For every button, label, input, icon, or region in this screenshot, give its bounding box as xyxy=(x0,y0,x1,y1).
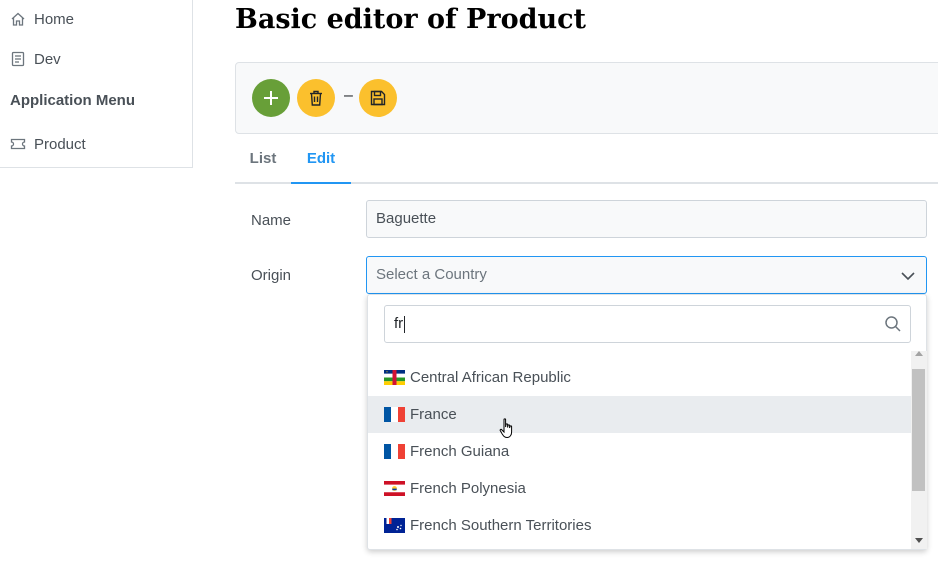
fr-flag-icon xyxy=(384,407,405,422)
text-caret xyxy=(404,315,406,333)
pf-flag-icon xyxy=(384,481,405,496)
option-label: French Guiana xyxy=(410,443,510,460)
option-label: Central African Republic xyxy=(410,369,571,386)
tf-flag-icon xyxy=(384,518,405,533)
option-french-southern-territories[interactable]: French Southern Territories xyxy=(368,507,911,544)
option-label: France xyxy=(410,406,457,423)
sidebar-item-product[interactable]: Product xyxy=(10,133,86,155)
save-icon xyxy=(370,90,386,106)
option-french-polynesia[interactable]: French Polynesia xyxy=(368,470,911,507)
origin-label: Origin xyxy=(251,267,292,284)
gf-flag-icon xyxy=(384,444,405,459)
cf-flag-icon xyxy=(384,370,405,385)
page-title: Basic editor of Product xyxy=(235,4,587,35)
toolbar: – xyxy=(235,62,938,134)
add-button[interactable] xyxy=(252,79,290,117)
home-icon xyxy=(11,12,25,26)
sidebar-item-label: Product xyxy=(34,135,86,153)
trash-icon xyxy=(310,90,322,106)
option-label: French Southern Territories xyxy=(410,517,592,534)
origin-placeholder: Select a Country xyxy=(376,266,487,283)
option-france[interactable]: France xyxy=(368,396,911,433)
sidebar-section-header: Application Menu xyxy=(10,92,135,109)
sidebar-item-label: Dev xyxy=(34,50,61,68)
sidebar: Home Dev Application Menu Product xyxy=(0,0,193,168)
options-scrollbar[interactable] xyxy=(911,351,927,549)
toolbar-separator: – xyxy=(344,87,353,104)
scroll-down-arrow-icon[interactable] xyxy=(915,538,923,543)
tab-edit[interactable]: Edit xyxy=(291,140,351,184)
scroll-up-arrow-icon[interactable] xyxy=(915,351,923,356)
tab-bar: List Edit xyxy=(235,140,938,184)
sidebar-item-home[interactable]: Home xyxy=(10,8,74,30)
chevron-down-icon[interactable] xyxy=(900,268,916,284)
name-input[interactable]: Baguette xyxy=(366,200,927,238)
save-button[interactable] xyxy=(359,79,397,117)
tab-list[interactable]: List xyxy=(235,140,291,184)
sidebar-item-dev[interactable]: Dev xyxy=(10,48,61,70)
origin-dropdown[interactable]: Select a Country xyxy=(366,256,927,294)
filter-text: fr xyxy=(394,315,404,332)
option-french-guiana[interactable]: French Guiana xyxy=(368,433,911,470)
option-central-african-republic[interactable]: Central African Republic xyxy=(368,359,911,396)
search-icon xyxy=(885,316,901,332)
country-filter-input[interactable]: fr xyxy=(384,305,911,343)
plus-icon xyxy=(264,91,278,105)
delete-button[interactable] xyxy=(297,79,335,117)
book-icon xyxy=(11,51,25,67)
dropdown-panel: fr Central African Republic France Frenc… xyxy=(367,294,927,550)
scroll-thumb[interactable] xyxy=(912,369,925,491)
hand-cursor-icon xyxy=(499,418,513,439)
sidebar-item-label: Home xyxy=(34,10,75,28)
option-label: French Polynesia xyxy=(410,480,526,497)
ticket-icon xyxy=(10,138,26,150)
name-label: Name xyxy=(251,212,292,229)
